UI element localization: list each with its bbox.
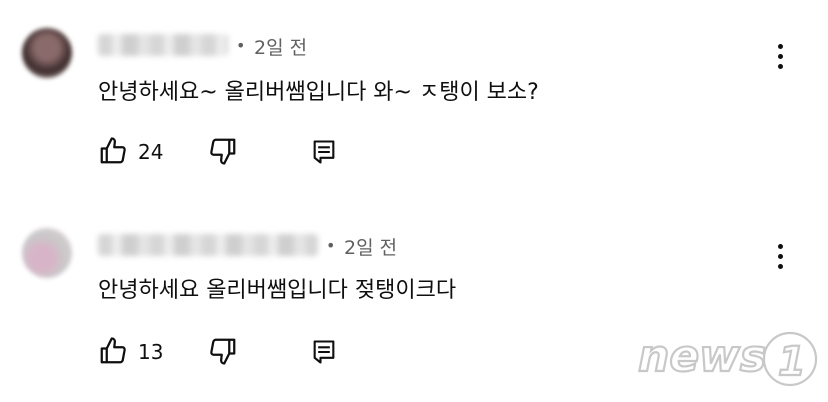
reply-icon (313, 340, 335, 364)
commenter-name[interactable] (98, 234, 318, 256)
comment-actions: 24 (98, 136, 358, 168)
comment-timestamp[interactable]: 2일 전 (344, 233, 397, 260)
separator-dot: • (326, 236, 336, 255)
comment-actions: 13 (98, 336, 358, 368)
dislike-button[interactable] (208, 336, 240, 368)
comment-text: 안녕하세요~ 올리버쌤입니다 와~ ㅈ탱이 보소? (98, 80, 539, 105)
comment-timestamp[interactable]: 2일 전 (254, 33, 307, 60)
like-button[interactable]: 24 (98, 136, 168, 168)
comment-1: • 2일 전 안녕하세요~ 올리버쌤입니다 와~ ㅈ탱이 보소? 24 (0, 0, 828, 200)
reply-button[interactable] (310, 136, 342, 168)
news1-watermark-logo: news 1 (637, 330, 818, 387)
like-count: 24 (138, 140, 164, 164)
separator-dot: • (236, 36, 246, 55)
watermark-number: 1 (778, 339, 806, 385)
dislike-button[interactable] (208, 136, 240, 168)
watermark-news-text: news (638, 331, 766, 382)
reply-icon (313, 140, 335, 164)
more-options-button[interactable] (770, 44, 790, 74)
comment-text: 안녕하세요 올리버쌤입니다 젖탱이크다 (98, 278, 457, 303)
commenter-name[interactable] (98, 34, 228, 56)
thumbs-up-icon (100, 137, 126, 164)
thumbs-down-icon (210, 138, 236, 165)
commenter-avatar[interactable] (22, 228, 72, 278)
thumbs-down-icon (210, 338, 236, 365)
like-button[interactable]: 13 (98, 336, 168, 368)
commenter-avatar[interactable] (22, 28, 72, 78)
more-options-button[interactable] (770, 244, 790, 274)
like-count: 13 (138, 340, 164, 364)
reply-button[interactable] (310, 336, 342, 368)
thumbs-up-icon (100, 337, 126, 364)
